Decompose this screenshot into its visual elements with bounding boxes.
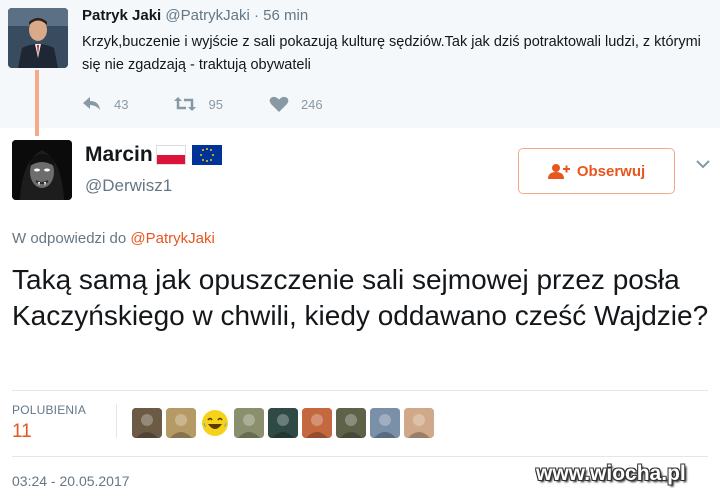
- heart-icon: [269, 96, 289, 112]
- retweet-action[interactable]: 95: [174, 96, 223, 112]
- tweet-timestamp[interactable]: 03:24 - 20.05.2017: [12, 472, 130, 490]
- main-author-handle[interactable]: @Derwisz1: [85, 175, 172, 197]
- main-author-name[interactable]: Marcin: [85, 142, 153, 168]
- liker-avatar[interactable]: [302, 408, 332, 438]
- parent-author-handle[interactable]: @PatrykJaki: [165, 7, 249, 24]
- eu-flag-icon: [191, 145, 222, 165]
- liker-avatar[interactable]: [234, 408, 264, 438]
- likes-stat[interactable]: POLUBIENIA 11: [12, 403, 86, 444]
- likes-count: 11: [12, 421, 32, 442]
- like-count: 246: [300, 96, 323, 112]
- retweet-count: 95: [208, 96, 223, 112]
- liker-avatar[interactable]: [166, 408, 196, 438]
- parent-author-avatar[interactable]: [8, 8, 68, 68]
- parent-author-name[interactable]: Patryk Jaki: [82, 7, 161, 24]
- header-separator: ·: [254, 7, 259, 24]
- main-author-name-row: Marcin: [85, 142, 222, 168]
- reply-context-label: W odpowiedzi do: [12, 230, 127, 247]
- reply-mention-link[interactable]: @PatrykJaki: [130, 230, 214, 247]
- liker-avatar[interactable]: [336, 408, 366, 438]
- divider: [12, 390, 708, 391]
- poland-flag-icon: [155, 145, 186, 165]
- liker-avatar[interactable]: [268, 408, 298, 438]
- like-action[interactable]: 246: [269, 96, 323, 113]
- retweet-icon: [174, 97, 197, 111]
- reply-icon: [83, 97, 100, 110]
- liker-avatar[interactable]: [132, 408, 162, 438]
- parent-tweet-time[interactable]: 56 min: [263, 7, 308, 24]
- thread-line: [35, 70, 39, 136]
- chevron-down-icon[interactable]: [696, 160, 710, 169]
- site-watermark: www.wiocha.pl: [536, 462, 686, 485]
- reply-context: W odpowiedzi do @PatrykJaki: [12, 229, 215, 249]
- add-user-icon: [547, 164, 570, 179]
- follow-button-label: Obserwuj: [576, 162, 646, 180]
- parent-tweet[interactable]: Patryk Jaki @PatrykJaki · 56 min Krzyk,b…: [0, 0, 720, 128]
- likers-avatars: [132, 408, 438, 438]
- likes-label: POLUBIENIA: [12, 403, 87, 417]
- reply-count: 43: [114, 96, 129, 112]
- divider: [12, 456, 708, 457]
- reply-action[interactable]: 43: [82, 96, 128, 112]
- liker-avatar[interactable]: [370, 408, 400, 438]
- follow-button[interactable]: Obserwuj: [518, 148, 675, 194]
- laughing-emoji-avatar[interactable]: [200, 408, 230, 438]
- liker-avatar[interactable]: [404, 408, 434, 438]
- stats-divider: [116, 404, 117, 438]
- parent-tweet-actions: 43 95 246: [82, 92, 369, 116]
- main-author-avatar[interactable]: [12, 140, 72, 200]
- parent-tweet-header: Patryk Jaki @PatrykJaki · 56 min: [82, 6, 308, 26]
- main-tweet-text: Taką samą jak opuszczenie sali sejmowej …: [12, 264, 709, 331]
- parent-tweet-text: Krzyk,buczenie i wyjście z sali pokazują…: [82, 34, 701, 73]
